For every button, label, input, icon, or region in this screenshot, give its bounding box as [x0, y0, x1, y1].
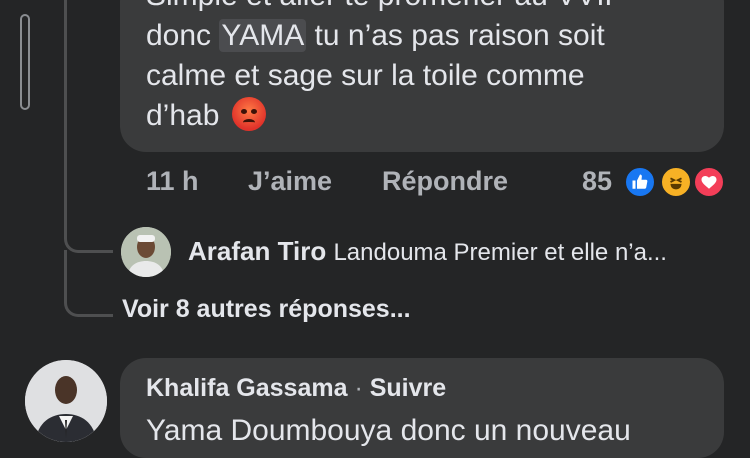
reply-preview[interactable]: Arafan Tiro Landouma Premier et elle n’a…: [188, 236, 667, 267]
mention-tag[interactable]: YAMA: [219, 19, 307, 52]
like-button[interactable]: J’aime: [248, 166, 332, 197]
angry-face-emoji: [231, 97, 266, 131]
view-more-replies-link[interactable]: Voir 8 autres réponses...: [122, 295, 411, 324]
comment-text: Simple et aller te promener au VVIP donc…: [146, 0, 716, 136]
follow-button[interactable]: Suivre: [370, 374, 446, 402]
comment-line-2: donc YAMA tu n’as pas raison soit: [146, 19, 605, 52]
haha-icon[interactable]: [660, 166, 692, 198]
reply-author[interactable]: Arafan Tiro: [188, 236, 326, 266]
comment-line-4: d’hab: [146, 96, 716, 136]
avatar[interactable]: [121, 227, 171, 277]
thread-curve-reply: [64, 200, 113, 253]
reply-button[interactable]: Répondre: [382, 166, 508, 197]
reaction-count[interactable]: 85: [582, 166, 612, 197]
love-icon[interactable]: [693, 166, 725, 198]
scrollbar-thumb[interactable]: [20, 14, 30, 110]
thread-curve-more: [64, 250, 113, 317]
like-icon[interactable]: [624, 166, 656, 198]
comment-author[interactable]: Khalifa Gassama: [146, 374, 348, 402]
comment-line-1: Simple et aller te promener au VVIP: [146, 0, 716, 16]
thread-line: [64, 0, 67, 230]
comment-line-3: calme et sage sur la toile comme: [146, 59, 585, 92]
comment-timestamp[interactable]: 11 h: [146, 166, 199, 197]
reply-snippet: Landouma Premier et elle n’a...: [333, 239, 667, 266]
comment-text: Yama Doumbouya donc un nouveau: [146, 414, 631, 447]
comment-header: Khalifa Gassama · Suivre: [146, 374, 446, 403]
separator-dot: ·: [354, 374, 363, 402]
